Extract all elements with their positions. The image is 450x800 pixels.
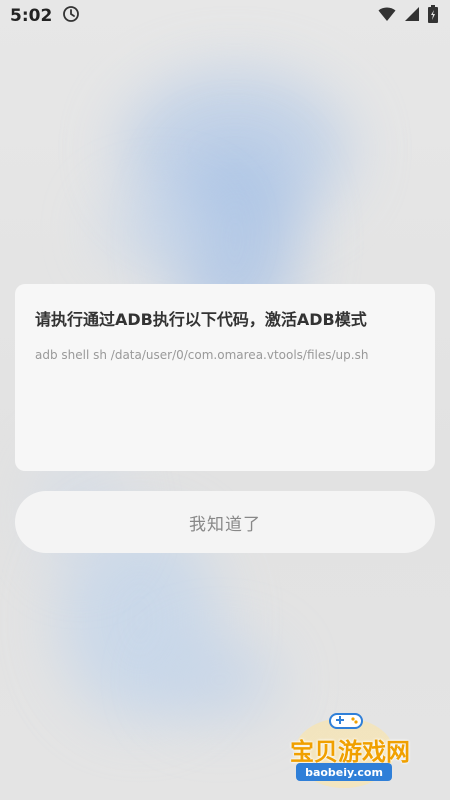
blur-blob xyxy=(160,640,280,720)
blur-blob xyxy=(100,190,220,270)
status-left: 5:02 xyxy=(10,5,80,27)
adb-activation-dialog: 请执行通过ADB执行以下代码，激活ADB模式 adb shell sh /dat… xyxy=(15,284,435,471)
battery-icon xyxy=(428,5,438,27)
gamepad-icon xyxy=(328,710,364,734)
adb-command-text[interactable]: adb shell sh /data/user/0/com.omarea.vto… xyxy=(35,348,415,362)
wifi-icon xyxy=(378,6,396,26)
watermark-text: 宝贝游戏网 xyxy=(290,738,410,766)
clock-icon xyxy=(62,5,80,27)
status-time: 5:02 xyxy=(10,6,53,26)
watermark-logo: 宝贝游戏网 baobeiy.com xyxy=(280,710,420,790)
got-it-button[interactable]: 我知道了 xyxy=(15,491,435,553)
signal-icon xyxy=(404,6,420,26)
watermark-url: baobeiy.com xyxy=(296,763,392,781)
status-right xyxy=(378,5,438,27)
status-bar: 5:02 xyxy=(0,0,450,32)
dialog-title: 请执行通过ADB执行以下代码，激活ADB模式 xyxy=(35,310,367,329)
